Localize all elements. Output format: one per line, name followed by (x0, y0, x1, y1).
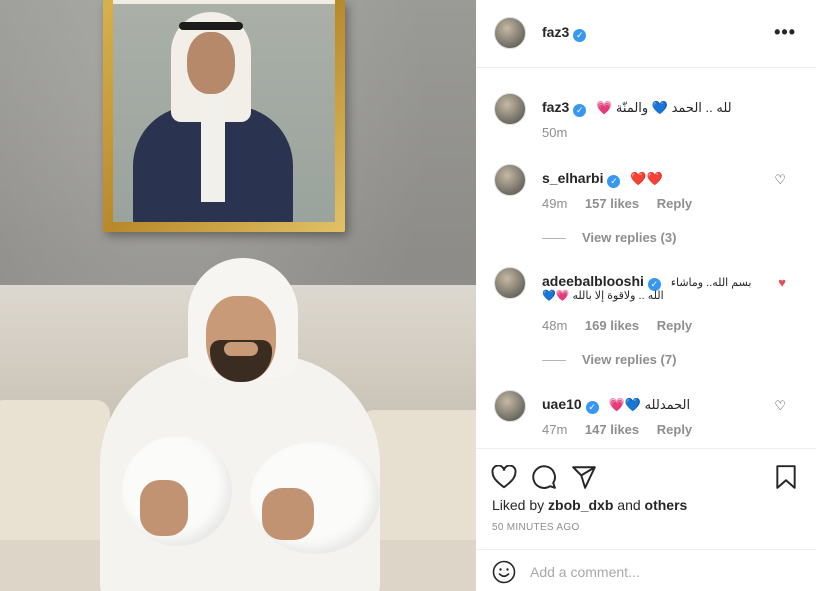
post-sidebar: faz3 ✓ ••• faz3 ✓ لله .. الحمد 💙 والمنّة 💗… (476, 0, 816, 591)
comment-likes[interactable]: 169 likes (585, 318, 639, 333)
view-replies-button[interactable]: View replies (3) (542, 230, 676, 245)
caption-time: 50m (542, 125, 568, 140)
avatar[interactable] (494, 164, 526, 196)
avatar[interactable] (494, 17, 526, 49)
post-timestamp: 50 MINUTES AGO (492, 522, 580, 533)
liked-by-others[interactable]: others (645, 497, 688, 513)
add-comment-bar (476, 549, 816, 591)
comment-like-icon[interactable]: ♡ (774, 172, 786, 188)
avatar[interactable] (494, 267, 526, 299)
avatar[interactable] (494, 93, 526, 125)
verified-badge-icon: ✓ (607, 175, 621, 188)
caption-username[interactable]: faz3 (542, 99, 569, 115)
reply-button[interactable]: Reply (657, 196, 692, 211)
comment-username[interactable]: s_elharbi (542, 170, 603, 186)
comment-icon[interactable] (530, 463, 558, 491)
comment-time: 47m (542, 422, 568, 437)
comment-time: 48m (542, 318, 568, 333)
share-icon[interactable] (570, 463, 598, 491)
verified-badge-icon: ✓ (585, 401, 599, 414)
verified-badge-icon: ✓ (573, 29, 587, 42)
likes-summary: Liked by zbob_dxb and others (492, 497, 688, 513)
post-author[interactable]: faz3 ✓ (542, 24, 587, 42)
reply-button[interactable]: Reply (657, 318, 692, 333)
avatar[interactable] (494, 390, 526, 422)
comment-text: بسم الله.. وماشاء (670, 277, 752, 289)
comment-time: 49m (542, 196, 568, 211)
view-replies-button[interactable]: View replies (7) (542, 352, 676, 367)
reply-button[interactable]: Reply (657, 422, 692, 437)
comment-liked-icon[interactable]: ♥ (778, 275, 786, 290)
portrait-frame (103, 0, 345, 232)
comment-likes[interactable]: 147 likes (585, 422, 639, 437)
emoji-icon[interactable] (492, 560, 516, 589)
comment-username[interactable]: uae10 (542, 396, 582, 412)
framed-portrait (113, 4, 335, 222)
bookmark-icon[interactable] (772, 463, 800, 491)
comment-input[interactable] (530, 560, 790, 584)
post-header: faz3 ✓ ••• (476, 0, 816, 68)
comment-like-icon[interactable]: ♡ (774, 398, 786, 414)
more-options-icon[interactable]: ••• (774, 22, 796, 43)
post-actions: Liked by zbob_dxb and others 50 MINUTES … (476, 448, 816, 544)
comment-likes[interactable]: 157 likes (585, 196, 639, 211)
caption-text: لله .. الحمد 💙 والمنّة 💗 (596, 100, 732, 115)
comment-text: ❤️❤️ (630, 171, 663, 186)
liked-by-user[interactable]: zbob_dxb (548, 497, 613, 513)
post-photo[interactable] (0, 0, 476, 591)
comment-text-line2: الله .. ولاقوة إلا بالله 💗💙 (542, 290, 664, 302)
heart-icon[interactable] (490, 463, 518, 491)
comment-username[interactable]: adeebalblooshi (542, 273, 644, 289)
verified-badge-icon: ✓ (573, 104, 587, 117)
comment-text: الحمدلله 💙💗 (608, 397, 691, 412)
